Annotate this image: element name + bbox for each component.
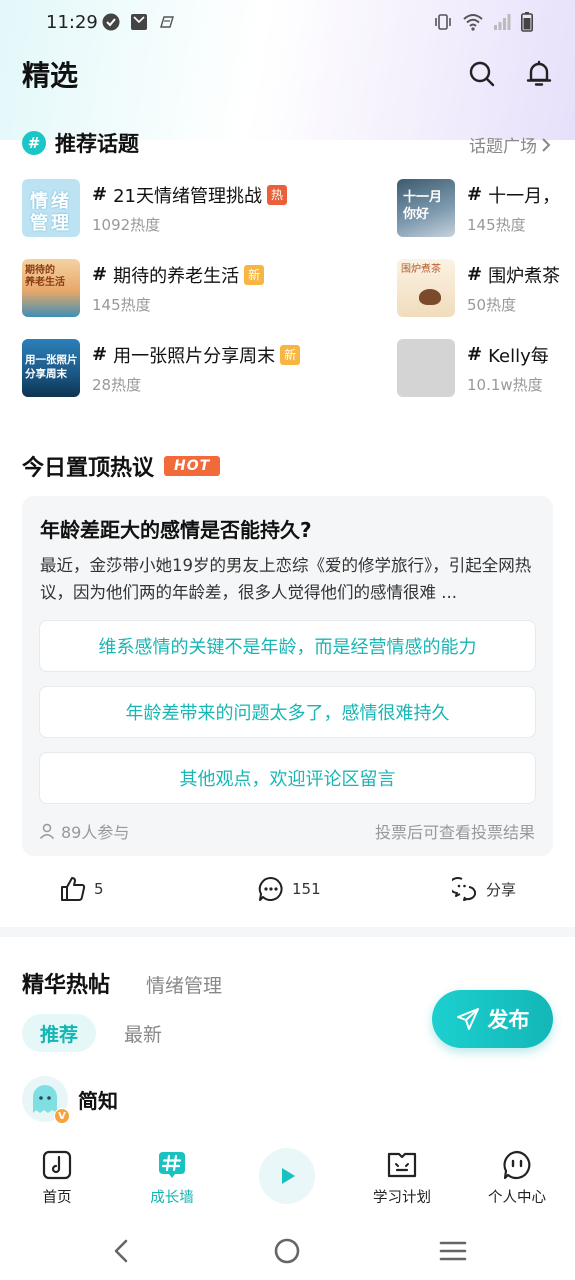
share-label: 分享	[486, 880, 517, 899]
check-badge-icon	[102, 13, 120, 31]
topic-plaza-link[interactable]: 话题广场	[469, 132, 551, 157]
topic-name: 期待的养老生活	[113, 265, 240, 287]
topic-name: 十一月，	[488, 185, 561, 207]
topic-heat: 145热度	[92, 295, 151, 314]
topic-thumbnail: 用一张照片 分享周末	[22, 339, 80, 397]
comment-count: 151	[292, 880, 321, 898]
profile-icon	[503, 1150, 531, 1180]
status-time: 11:29	[46, 12, 98, 33]
topic-plaza-label: 话题广场	[469, 137, 537, 157]
topic-heat: 1092热度	[92, 215, 161, 234]
vibrate-icon	[435, 14, 451, 30]
signal-icon	[494, 14, 511, 30]
tab-latest[interactable]: 最新	[124, 1020, 162, 1047]
poll-option[interactable]: 维系感情的关键不是年龄，而是经营情感的能力	[39, 620, 536, 672]
topic-thumbnail: 情绪 管理	[22, 179, 80, 237]
menu-icon[interactable]	[438, 1236, 468, 1266]
hot-title: 今日置顶热议	[22, 456, 155, 481]
poll-option[interactable]: 其他观点，欢迎评论区留言	[39, 752, 536, 804]
comment-button[interactable]: 151	[258, 876, 321, 902]
study-plan-icon	[387, 1152, 417, 1178]
tab-study-plan[interactable]: 学习计划	[357, 1150, 447, 1207]
author-name: 简知	[78, 1088, 118, 1113]
topic-thumbnail: 围炉煮茶	[397, 259, 455, 317]
topic-name: 21天情绪管理挑战	[113, 185, 262, 207]
page-title: 精选	[22, 59, 79, 92]
topic-thumbnail	[397, 339, 455, 397]
poll-participants: 89人参与	[39, 819, 129, 843]
send-icon	[456, 1008, 479, 1030]
new-tag: 新	[280, 344, 301, 365]
person-icon	[39, 823, 55, 839]
play-icon	[282, 1168, 295, 1184]
topics-header: # 推荐话题	[22, 128, 139, 158]
topic-heat: 28热度	[92, 375, 142, 394]
hot-tag: 热	[267, 184, 287, 205]
back-icon[interactable]	[107, 1236, 137, 1266]
topic-heat: 145热度	[467, 215, 526, 234]
tab-study-plan-label: 学习计划	[373, 1190, 431, 1206]
like-button[interactable]: 5	[60, 876, 104, 902]
topic-thumbnail: 十一月 你好	[397, 179, 455, 237]
poll-option[interactable]: 年龄差带来的问题太多了，感情很难持久	[39, 686, 536, 738]
topic-heat: 50热度	[467, 295, 517, 314]
publish-label: 发布	[487, 1008, 530, 1032]
tab-profile[interactable]: 个人中心	[472, 1150, 562, 1207]
tab-growth-wall-label: 成长墙	[150, 1190, 194, 1206]
poll-card: 年龄差距大的感情是否能持久? 最近，金莎带小她19岁的男友上恋综《爱的修学旅行》…	[22, 496, 553, 856]
participants-count: 89人参与	[61, 823, 130, 842]
hot-badge: HOT	[164, 456, 221, 476]
share-button[interactable]: 分享	[452, 876, 516, 902]
tab-profile-label: 个人中心	[488, 1190, 546, 1206]
hash-icon: #	[22, 131, 46, 155]
message-icon	[131, 14, 147, 30]
poll-question: 年龄差距大的感情是否能持久?	[40, 518, 312, 542]
home-icon	[42, 1150, 72, 1180]
topic-name: Kelly每	[488, 345, 549, 367]
play-button[interactable]	[259, 1148, 315, 1204]
topic-thumbnail: 期待的 养老生活	[22, 259, 80, 317]
hash-tab-icon	[159, 1152, 185, 1178]
section-divider	[0, 927, 575, 937]
verified-badge-icon: V	[54, 1108, 70, 1124]
like-count: 5	[94, 880, 104, 898]
bottom-tab-bar: 首页 成长墙 学习计划 个人中心	[0, 1136, 575, 1220]
topic-item[interactable]: 情绪 管理 #21天情绪管理挑战热 1092热度	[22, 179, 287, 237]
poll-result-hint: 投票后可查看投票结果	[374, 823, 535, 842]
thumbs-up-icon	[61, 877, 86, 901]
poll-description: 最近，金莎带小她19岁的男友上恋综《爱的修学旅行》，引起全网热议，因为他们两的年…	[40, 556, 532, 602]
app-notification-icon	[160, 16, 174, 28]
status-bar: 11:29	[0, 0, 575, 48]
topic-name: 用一张照片分享周末	[113, 345, 276, 367]
feed-title: 精华热帖	[22, 973, 111, 998]
battery-icon	[521, 12, 533, 32]
topic-item[interactable]: 用一张照片 分享周末 # 用一张照片分享周末新 28热度	[22, 339, 301, 397]
search-icon[interactable]	[468, 60, 496, 88]
comment-icon	[258, 876, 283, 901]
publish-button[interactable]: 发布	[432, 990, 553, 1048]
tab-home-label: 首页	[42, 1190, 72, 1206]
new-tag: 新	[244, 264, 265, 285]
topic-item[interactable]: 期待的 养老生活 # 期待的养老生活新 145热度	[22, 259, 265, 317]
bell-icon[interactable]	[525, 60, 553, 88]
topic-item[interactable]: 围炉煮茶 # 围炉煮茶 50热度	[397, 259, 560, 317]
chevron-right-icon	[542, 137, 551, 152]
tab-growth-wall[interactable]: 成长墙	[127, 1150, 217, 1207]
post-author[interactable]: V 简知	[22, 1076, 118, 1124]
avatar: V	[22, 1076, 70, 1124]
home-circle-icon[interactable]	[272, 1236, 302, 1266]
wechat-icon	[452, 877, 477, 901]
system-navigation-bar	[0, 1220, 575, 1280]
topics-title: 推荐话题	[55, 132, 139, 156]
tab-recommend[interactable]: 推荐	[22, 1014, 96, 1052]
topic-item[interactable]: 十一月 你好 # 十一月， 145热度	[397, 179, 560, 237]
topic-heat: 10.1w热度	[467, 375, 543, 394]
wifi-icon	[463, 14, 483, 31]
topic-name: 围炉煮茶	[488, 265, 561, 287]
topic-item[interactable]: # Kelly每 10.1w热度	[397, 339, 549, 397]
tab-home[interactable]: 首页	[12, 1150, 102, 1207]
hot-header: 今日置顶热议 HOT	[22, 450, 221, 482]
feed-category[interactable]: 情绪管理	[146, 971, 222, 998]
